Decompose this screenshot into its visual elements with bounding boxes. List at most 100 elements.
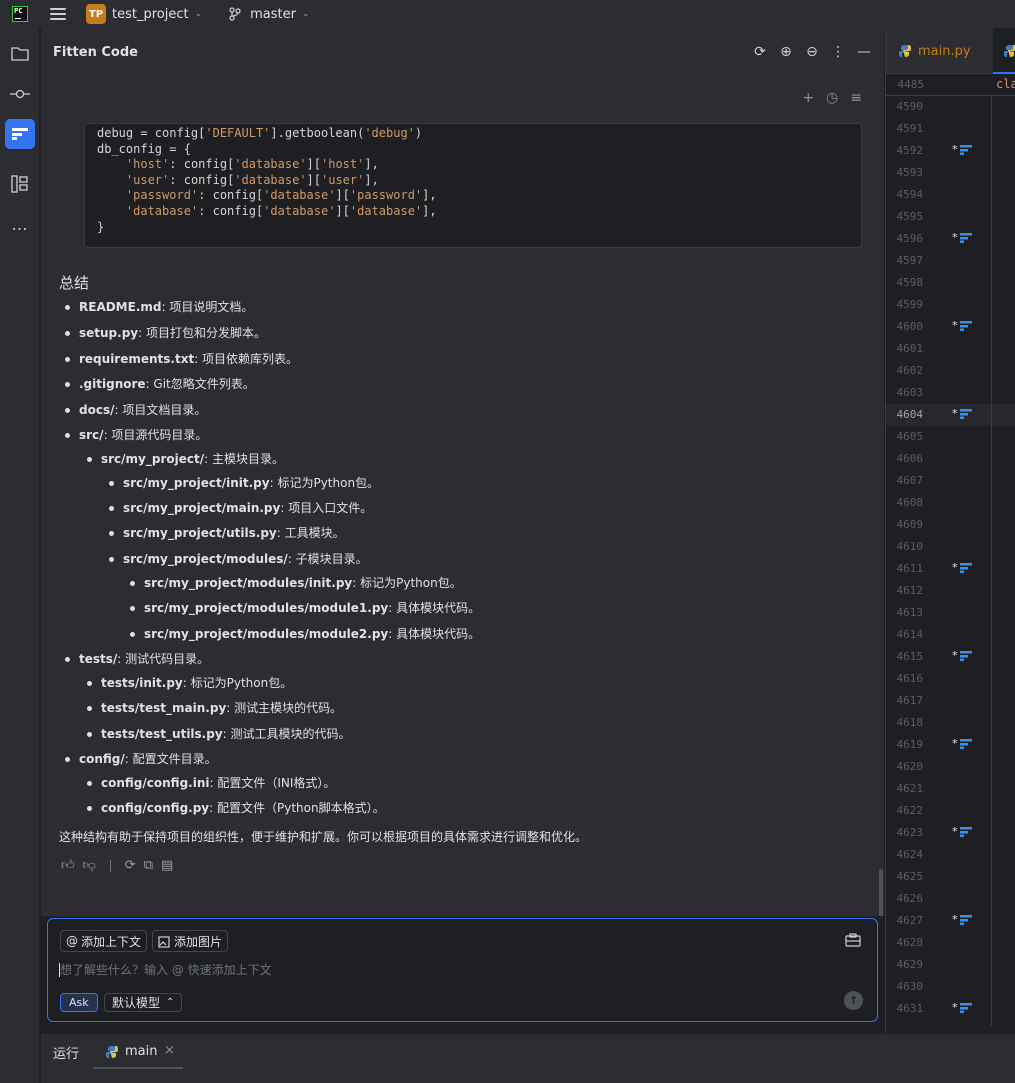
list-item: src/my_project/modules/module1.py: 具体模块代… <box>144 599 480 616</box>
fitten-gutter-icon[interactable]: * <box>952 1001 972 1014</box>
line-number[interactable]: 4597 <box>897 254 924 267</box>
tab-python-file[interactable] <box>1003 28 1015 74</box>
add-context-button[interactable]: @ 添加上下文 <box>60 930 148 952</box>
project-badge[interactable]: TP <box>86 4 106 24</box>
line-number[interactable]: 4590 <box>897 100 924 113</box>
fitten-gutter-icon[interactable]: * <box>952 913 972 926</box>
new-chat-icon[interactable]: + <box>802 90 814 106</box>
line-number[interactable]: 4629 <box>897 958 924 971</box>
commit-icon[interactable] <box>10 84 30 104</box>
branch-name[interactable]: master <box>250 7 296 22</box>
chat-input-box[interactable]: @ 添加上下文 添加图片 想了解些什么？输入 @ 快速添加上下文 Ask 默认模… <box>47 918 878 1022</box>
line-number[interactable]: 4623 <box>897 826 924 839</box>
thumbs-down-icon[interactable]: 👎︎ <box>83 858 96 873</box>
line-number[interactable]: 4627 <box>897 914 924 927</box>
line-number[interactable]: 4631 <box>897 1002 924 1015</box>
line-number[interactable]: 4630 <box>897 980 924 993</box>
list-item-desc: : Git忽略文件列表。 <box>145 377 255 391</box>
menu-icon[interactable]: ≡ <box>850 90 862 106</box>
fitten-gutter-icon[interactable]: * <box>952 407 972 420</box>
line-number[interactable]: 4602 <box>897 364 924 377</box>
line-number[interactable]: 4606 <box>897 452 924 465</box>
list-item-desc: : 具体模块代码。 <box>388 627 481 641</box>
insert-icon[interactable]: ▤ <box>161 858 173 873</box>
list-item-name: src/my_project/ <box>101 452 205 466</box>
line-number[interactable]: 4592 <box>897 144 924 157</box>
fitten-code-icon[interactable] <box>10 124 30 144</box>
line-number[interactable]: 4609 <box>897 518 924 531</box>
fitten-gutter-icon[interactable]: * <box>952 143 972 156</box>
line-number[interactable]: 4600 <box>897 320 924 333</box>
line-number[interactable]: 4622 <box>897 804 924 817</box>
line-number[interactable]: 4601 <box>897 342 924 355</box>
ask-mode-button[interactable]: Ask <box>60 993 98 1012</box>
fitten-gutter-icon[interactable]: * <box>952 825 972 838</box>
line-number[interactable]: 4603 <box>897 386 924 399</box>
model-select[interactable]: 默认模型 ⌃ <box>104 993 183 1012</box>
fitten-gutter-icon[interactable]: * <box>952 737 972 750</box>
regenerate-icon[interactable]: ⟳ <box>125 858 136 873</box>
send-button[interactable]: ↑ <box>844 991 863 1010</box>
project-name[interactable]: test_project <box>112 7 189 22</box>
line-number[interactable]: 4598 <box>897 276 924 289</box>
more-tools-icon[interactable]: … <box>10 214 30 234</box>
line-number[interactable]: 4591 <box>897 122 924 135</box>
list-item: tests/test_utils.py: 测试工具模块的代码。 <box>101 725 351 742</box>
list-item: src/my_project/init.py: 标记为Python包。 <box>123 474 379 491</box>
line-number[interactable]: 4596 <box>897 232 924 245</box>
refresh-icon[interactable]: ⟳ <box>752 44 768 60</box>
line-number[interactable]: 4604 <box>897 408 924 421</box>
line-number[interactable]: 4618 <box>897 716 924 729</box>
fitten-gutter-icon[interactable]: * <box>952 231 972 244</box>
line-number[interactable]: 4621 <box>897 782 924 795</box>
line-number[interactable]: 4594 <box>897 188 924 201</box>
main-menu-icon[interactable] <box>50 8 66 20</box>
line-number[interactable]: 4612 <box>897 584 924 597</box>
line-number[interactable]: 4626 <box>897 892 924 905</box>
history-icon[interactable]: ◷ <box>826 90 838 106</box>
list-item-name: src/ <box>79 428 104 442</box>
bullet-dot <box>87 781 92 786</box>
chevron-down-icon[interactable]: ⌄ <box>302 9 310 19</box>
add-circle-icon[interactable]: ⊕ <box>778 44 794 60</box>
fitten-gutter-icon[interactable]: * <box>952 561 972 574</box>
remove-circle-icon[interactable]: ⊖ <box>804 44 820 60</box>
folder-icon[interactable] <box>10 44 30 64</box>
line-number[interactable]: 4605 <box>897 430 924 443</box>
line-number[interactable]: 4611 <box>897 562 924 575</box>
line-number[interactable]: 4613 <box>897 606 924 619</box>
line-number[interactable]: 4615 <box>897 650 924 663</box>
structure-icon[interactable] <box>10 174 30 194</box>
thumbs-up-icon[interactable]: 👍︎ <box>61 858 75 873</box>
fitten-gutter-icon[interactable]: * <box>952 319 972 332</box>
line-number[interactable]: 4608 <box>897 496 924 509</box>
list-item: docs/: 项目文档目录。 <box>79 401 206 418</box>
chat-input-placeholder[interactable]: 想了解些什么？输入 @ 快速添加上下文 <box>60 961 272 978</box>
line-number[interactable]: 4617 <box>897 694 924 707</box>
line-number[interactable]: 4624 <box>897 848 924 861</box>
add-image-button[interactable]: 添加图片 <box>152 930 229 952</box>
code-line: 'host': config['database']['host'], <box>125 157 379 172</box>
toolbox-icon[interactable] <box>845 933 861 947</box>
line-number[interactable]: 4616 <box>897 672 924 685</box>
tab-main-py[interactable]: main.py <box>898 28 971 74</box>
line-number[interactable]: 4614 <box>897 628 924 641</box>
copy-icon[interactable]: ⧉ <box>144 858 153 873</box>
minimize-icon[interactable]: — <box>856 44 872 60</box>
line-number[interactable]: 4593 <box>897 166 924 179</box>
run-label[interactable]: 运行 <box>53 1043 79 1062</box>
fitten-gutter-icon[interactable]: * <box>952 649 972 662</box>
chevron-down-icon[interactable]: ⌄ <box>195 9 203 19</box>
line-number[interactable]: 4607 <box>897 474 924 487</box>
scrollbar-thumb[interactable] <box>879 869 883 916</box>
line-number[interactable]: 4610 <box>897 540 924 553</box>
line-number[interactable]: 4625 <box>897 870 924 883</box>
line-number[interactable]: 4619 <box>897 738 924 751</box>
more-options-icon[interactable]: ⋮ <box>830 44 846 60</box>
bullet-dot <box>65 357 70 362</box>
close-icon[interactable]: × <box>164 1043 175 1058</box>
line-number[interactable]: 4595 <box>897 210 924 223</box>
line-number[interactable]: 4620 <box>897 760 924 773</box>
line-number[interactable]: 4599 <box>897 298 924 311</box>
line-number[interactable]: 4628 <box>897 936 924 949</box>
